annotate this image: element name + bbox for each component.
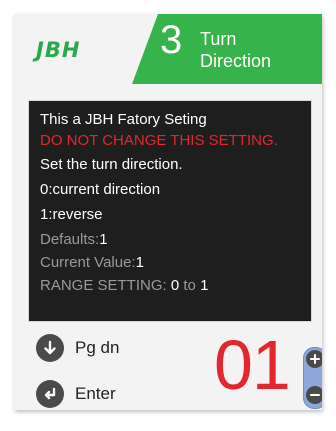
range-row: RANGE SETTING: 0 to 1 [40,277,208,295]
value-display: 01 [214,326,291,404]
range-max: 1 [200,277,209,294]
increment-button[interactable] [306,350,322,368]
value-stepper[interactable] [303,347,322,409]
parameter-header: JBH 3 Turn Direction [14,14,322,84]
arrow-down-glyph [44,340,56,355]
current-value-row: Current Value:1 [40,254,144,272]
enter-glyph [44,387,56,400]
defaults-value: 1 [99,231,108,248]
info-box: This a JBH Fatory Seting DO NOT CHANGE T… [28,100,312,322]
parameter-title: Turn Direction [200,28,271,72]
option-1: 1:reverse [40,206,103,223]
parameter-number: 3 [160,18,183,62]
plus-icon [310,354,320,364]
parameter-title-line1: Turn [200,29,237,49]
enter-label: Enter [75,384,116,403]
range-to: to [179,277,201,294]
option-0: 0:current direction [40,181,161,198]
pgdn-label: Pg dn [75,338,120,357]
decrement-button[interactable] [306,386,322,404]
info-line-3: Set the turn direction. [40,156,183,173]
range-label: RANGE SETTING: [40,277,171,294]
range-min: 0 [170,277,180,294]
info-line-1: This a JBH Fatory Seting [40,111,207,128]
brand-logo: JBH [36,38,81,62]
defaults-label: Defaults: [40,231,100,248]
parameter-title-line2: Direction [200,51,272,71]
warning-text: DO NOT CHANGE THIS SETTING. [40,132,278,149]
pgdn-button[interactable]: Pg dn [36,334,119,362]
enter-button[interactable]: Enter [36,380,116,408]
current-value: 1 [135,254,144,271]
arrow-down-circle-icon[interactable] [36,334,64,362]
minus-icon [310,394,320,396]
parameter-panel: JBH 3 Turn Direction This a JBH Fatory S… [14,14,322,410]
enter-return-icon[interactable] [36,380,64,408]
current-value-label: Current Value: [40,254,136,271]
defaults-row: Defaults:1 [40,231,108,249]
